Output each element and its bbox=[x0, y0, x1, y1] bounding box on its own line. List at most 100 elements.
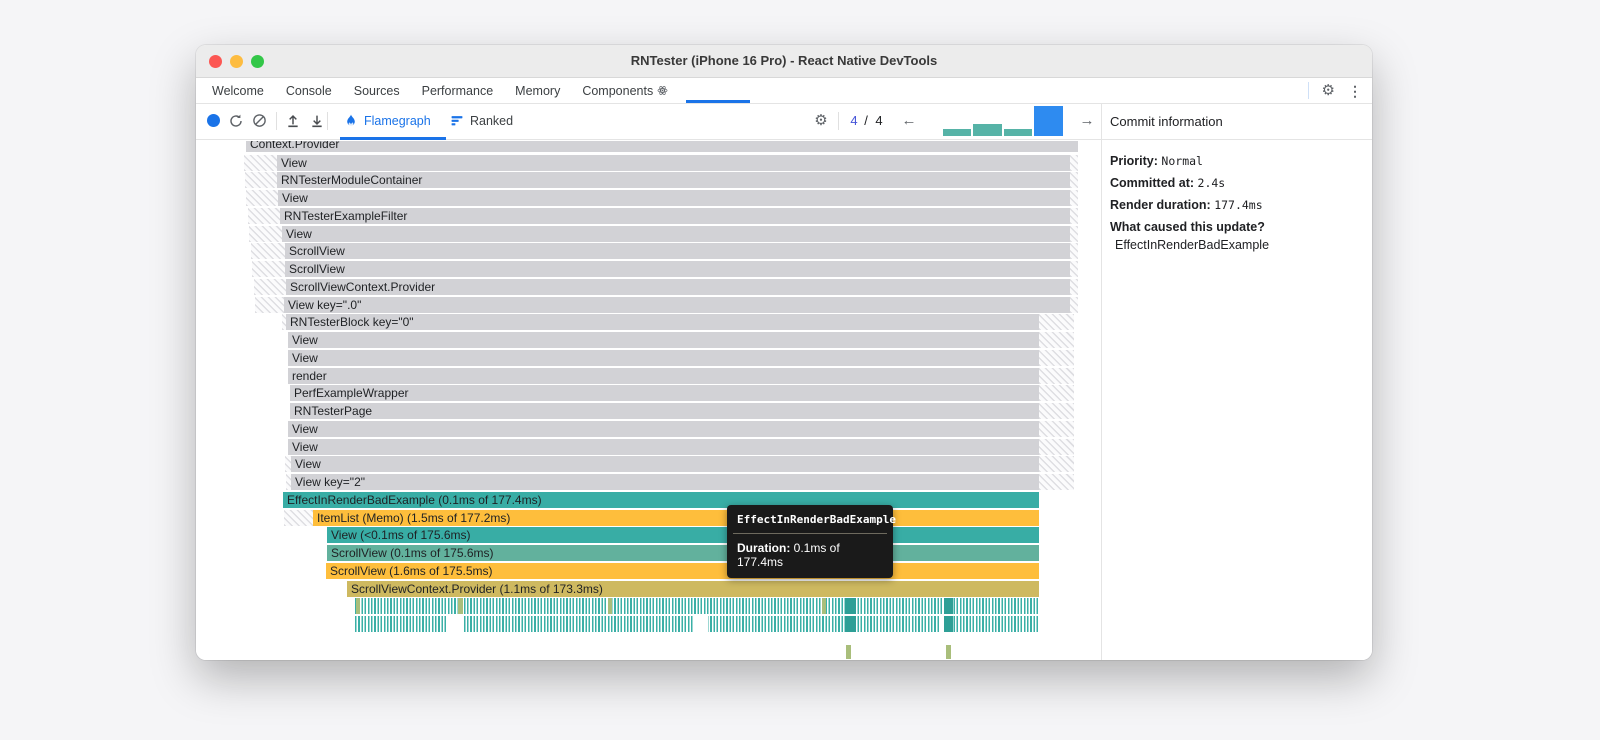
clear-profiling-data-button[interactable] bbox=[249, 104, 269, 137]
next-commit-button[interactable]: → bbox=[1078, 104, 1096, 137]
tab-ranked[interactable]: Ranked bbox=[450, 104, 513, 137]
flame-bar[interactable]: View bbox=[277, 154, 1070, 171]
flame-bar[interactable]: PerfExampleWrapper bbox=[290, 385, 1039, 402]
tab-memory[interactable]: Memory bbox=[515, 78, 560, 103]
flame-bar[interactable]: View bbox=[288, 349, 1039, 366]
flame-hatch-right bbox=[1039, 349, 1074, 366]
commit-bar[interactable] bbox=[973, 124, 1002, 136]
minimize-window-button[interactable] bbox=[230, 55, 243, 68]
flame-bar[interactable]: ItemList (Memo) (1.5ms of 177.2ms) bbox=[313, 509, 1039, 526]
flame-bar[interactable]: RNTesterPage bbox=[290, 403, 1039, 419]
barcode-accent-bar bbox=[608, 598, 612, 614]
update-cause-component[interactable]: EffectInRenderBadExample bbox=[1110, 238, 1362, 252]
tab-label: Performance bbox=[421, 83, 494, 98]
commit-count-divider: / bbox=[864, 113, 868, 128]
tab-label: Console bbox=[285, 83, 332, 98]
commit-bar-selected[interactable] bbox=[1034, 106, 1063, 136]
flame-hatch-left bbox=[255, 296, 284, 313]
barcode-row[interactable] bbox=[355, 616, 1039, 632]
flame-hatch-right bbox=[1039, 367, 1074, 384]
flame-bar[interactable]: ScrollViewContext.Provider bbox=[286, 278, 1070, 295]
flame-hatch-left bbox=[284, 509, 313, 526]
zoom-window-button[interactable] bbox=[251, 55, 264, 68]
flame-hatch-right bbox=[1039, 403, 1074, 419]
record-button[interactable] bbox=[205, 104, 221, 137]
flame-bar[interactable]: RNTesterModuleContainer bbox=[277, 172, 1070, 189]
tooltip-duration: Duration: 0.1ms of 177.4ms bbox=[737, 541, 840, 569]
flame-bar[interactable]: EffectInRenderBadExample (0.1ms of 177.4… bbox=[283, 491, 1039, 508]
panel-divider bbox=[1101, 104, 1102, 140]
flame-bar[interactable]: View bbox=[291, 456, 1039, 473]
flame-bar-label: ScrollView bbox=[289, 244, 345, 259]
flame-bar-label: View key="2" bbox=[295, 475, 366, 489]
flame-bar-label: Context.Provider bbox=[250, 141, 340, 151]
tab-flamegraph[interactable]: Flamegraph bbox=[344, 104, 431, 137]
download-icon bbox=[312, 115, 322, 127]
close-window-button[interactable] bbox=[209, 55, 222, 68]
render-duration-value: 177.4ms bbox=[1214, 198, 1263, 212]
tooltip-divider bbox=[733, 533, 887, 534]
tab-welcome[interactable]: Welcome bbox=[212, 78, 264, 103]
ranked-tab-label: Ranked bbox=[470, 113, 514, 128]
flame-hatch-right bbox=[1039, 474, 1074, 490]
flame-bar[interactable]: View (<0.1ms of 175.6ms) bbox=[327, 527, 1039, 544]
tab-label: Memory bbox=[515, 83, 561, 98]
flame-bar[interactable]: ScrollView (0.1ms of 175.6ms) bbox=[327, 545, 1039, 561]
tab-components[interactable]: Components bbox=[582, 78, 668, 103]
load-profile-button[interactable] bbox=[283, 104, 303, 137]
tab-performance[interactable]: Performance bbox=[422, 78, 494, 103]
toolbar-separator bbox=[327, 112, 328, 130]
flame-bar-label: ScrollView bbox=[289, 262, 345, 276]
block-icon bbox=[252, 114, 266, 127]
more-options-kebab-icon[interactable]: ⋮ bbox=[1348, 84, 1362, 98]
barcode-gap bbox=[694, 616, 708, 632]
previous-commit-button[interactable]: ← bbox=[900, 104, 918, 137]
tab-console[interactable]: Console bbox=[286, 78, 332, 103]
descender-bar bbox=[946, 645, 951, 659]
flame-bar[interactable]: View key="2" bbox=[291, 474, 1039, 490]
flame-bar[interactable]: Context.Provider bbox=[246, 141, 1078, 152]
barcode-solid-bar bbox=[845, 598, 856, 614]
settings-gear-icon[interactable]: ⚙ bbox=[1322, 83, 1335, 98]
reload-and-profile-button[interactable] bbox=[226, 104, 246, 137]
save-profile-button[interactable] bbox=[307, 104, 327, 137]
flame-bar-label: RNTesterModuleContainer bbox=[281, 173, 423, 188]
profiler-settings-gear-icon[interactable]: ⚙ bbox=[812, 104, 830, 137]
flame-hatch-right bbox=[1039, 438, 1074, 455]
flame-bar-label: RNTesterPage bbox=[294, 404, 373, 418]
commit-bar[interactable] bbox=[943, 129, 971, 136]
tab-sources[interactable]: Sources bbox=[354, 78, 400, 103]
flame-bar[interactable]: ScrollView bbox=[285, 261, 1070, 277]
flame-bar[interactable]: View key=".0" bbox=[284, 296, 1070, 313]
flame-bar[interactable]: View bbox=[288, 420, 1039, 437]
flame-bar[interactable]: ScrollView (1.6ms of 175.5ms) bbox=[326, 562, 1039, 579]
flame-bar[interactable]: View bbox=[288, 438, 1039, 455]
flame-bar[interactable]: ScrollViewContext.Provider (1.1ms of 173… bbox=[347, 580, 1039, 597]
flame-hatch-right bbox=[1070, 278, 1078, 295]
flame-bar[interactable]: RNTesterBlock key="0" bbox=[286, 314, 1039, 331]
flame-hatch-right bbox=[1039, 332, 1074, 348]
ranked-bars-icon bbox=[451, 116, 463, 126]
flame-bar[interactable]: ScrollView bbox=[285, 243, 1070, 260]
profiler-toolbar: Flamegraph Ranked ⚙ 4 / 4 ← → Commit inf… bbox=[196, 104, 1372, 140]
flame-bar[interactable]: View bbox=[278, 190, 1070, 206]
flame-bar[interactable]: RNTesterExampleFilter bbox=[280, 207, 1070, 224]
flame-bar-label: View bbox=[292, 333, 318, 347]
committed-at-line: Committed at: 2.4s bbox=[1110, 176, 1362, 190]
flame-hatch-left bbox=[245, 172, 277, 189]
flame-bar-label: View bbox=[282, 191, 308, 205]
flame-bar[interactable]: View bbox=[288, 332, 1039, 348]
render-duration-label: Render duration: bbox=[1110, 198, 1211, 212]
tab-profiler-selected-indicator[interactable] bbox=[686, 100, 750, 103]
current-commit-number[interactable]: 4 bbox=[848, 104, 860, 137]
commit-bar[interactable] bbox=[1004, 129, 1032, 136]
flame-bar-label: View bbox=[295, 457, 321, 472]
flame-bar[interactable]: render bbox=[288, 367, 1039, 384]
barcode-solid-bar bbox=[944, 598, 953, 614]
flame-bar[interactable]: View bbox=[282, 225, 1070, 242]
barcode-row[interactable] bbox=[355, 598, 1039, 614]
flame-bar-label: View bbox=[292, 350, 318, 365]
flame-bar-label: render bbox=[292, 368, 327, 383]
toolbar-separator bbox=[276, 112, 277, 130]
flame-hatch-right bbox=[1070, 207, 1078, 224]
